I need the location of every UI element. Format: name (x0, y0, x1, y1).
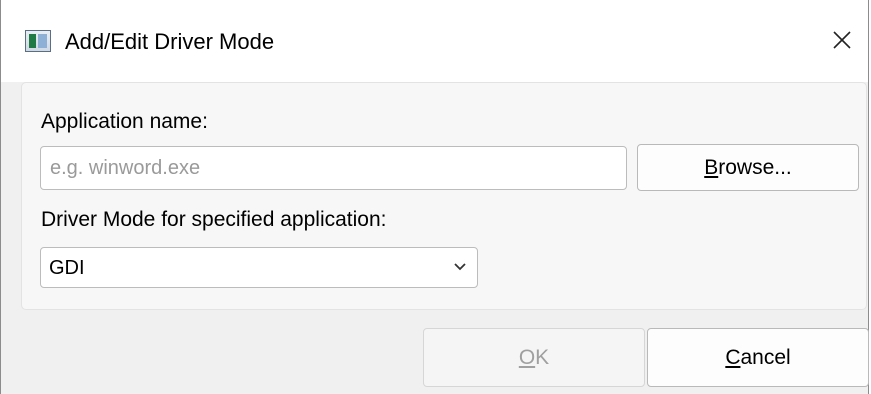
chevron-down-icon (454, 263, 466, 271)
driver-mode-select[interactable]: GDI (40, 247, 478, 288)
app-window-icon (25, 30, 51, 52)
dialog-title: Add/Edit Driver Mode (65, 29, 275, 54)
ok-label: K (535, 345, 550, 369)
close-button[interactable] (816, 14, 868, 66)
driver-mode-value: GDI (49, 257, 85, 279)
ok-mnemonic: O (518, 345, 536, 369)
app-icon-bar (29, 34, 36, 48)
driver-mode-label: Driver Mode for specified application: (41, 208, 387, 231)
browse-label: rowse... (718, 155, 792, 179)
cancel-mnemonic: C (725, 345, 741, 369)
app-icon-pane (38, 34, 47, 48)
application-name-label: Application name: (41, 110, 208, 133)
browse-button[interactable]: Browse... (637, 144, 859, 191)
cancel-button[interactable]: Cancel (647, 328, 869, 387)
close-icon (833, 31, 851, 49)
title-bar: Add/Edit Driver Mode (1, 0, 868, 82)
settings-group: Application name: Browse... Driver Mode … (21, 82, 867, 310)
cancel-label: ancel (740, 345, 791, 369)
dialog-window: Add/Edit Driver Mode Application name: B… (0, 0, 869, 394)
browse-mnemonic: B (704, 155, 719, 179)
ok-button[interactable]: OK (423, 328, 645, 387)
application-name-input[interactable] (40, 146, 627, 190)
